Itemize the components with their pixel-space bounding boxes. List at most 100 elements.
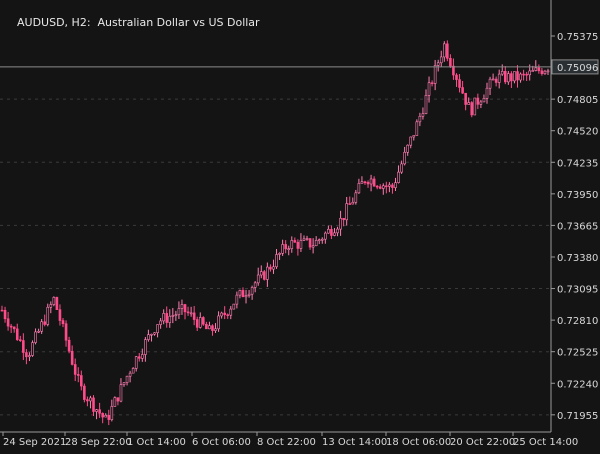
- price-tick-label: 0.73950: [557, 190, 598, 201]
- candle-body: [424, 95, 428, 114]
- price-chart[interactable]: 0.71955 0.72240 0.72525 0.72810 0.73095 0.733…: [0, 0, 600, 450]
- candle-body: [119, 384, 123, 402]
- time-tick-label: 6 Oct 06:00: [192, 437, 251, 448]
- candle-body: [73, 364, 77, 375]
- price-tick-label: 0.73380: [557, 253, 598, 264]
- price-tick-label: 0.73095: [557, 285, 598, 296]
- candle-body: [125, 375, 129, 383]
- candle-body: [153, 332, 156, 335]
- candle-body: [345, 203, 348, 221]
- candle-body: [360, 181, 364, 184]
- candle-body: [214, 328, 217, 331]
- candle-body: [491, 78, 495, 81]
- candle-body: [80, 375, 83, 387]
- candle-body: [305, 238, 309, 240]
- candle-body: [28, 355, 31, 358]
- candle-body: [15, 328, 19, 340]
- time-tick-label: 13 Oct 14:00: [322, 437, 387, 448]
- candle-body: [400, 163, 403, 173]
- candle-body: [513, 71, 516, 82]
- candle-body: [394, 182, 397, 188]
- candle-body: [278, 253, 281, 255]
- candle-body: [296, 241, 300, 249]
- candle-body: [482, 98, 486, 103]
- candle-body: [58, 309, 62, 321]
- candle-body: [232, 303, 236, 310]
- candle-body: [336, 228, 339, 234]
- candle-body: [415, 121, 419, 136]
- time-tick-label: 28 Sep 22:00: [65, 437, 132, 448]
- current-price-box: 0.75096: [551, 59, 599, 75]
- symbol-timeframe: AUDUSD, H2:: [17, 16, 91, 29]
- candle-body: [113, 397, 117, 407]
- time-tick-label: 1 Oct 14:00: [127, 437, 186, 448]
- price-tick-label: 0.73665: [557, 221, 598, 232]
- candle-body: [421, 113, 425, 117]
- candle-body: [83, 385, 86, 400]
- symbol-description: Australian Dollar vs US Dollar: [97, 16, 260, 29]
- candle-body: [266, 266, 269, 280]
- candle-body: [220, 312, 223, 317]
- candle-body: [34, 331, 37, 343]
- candle-body: [348, 203, 352, 205]
- chart-background: [0, 0, 600, 450]
- candle-body: [86, 399, 89, 402]
- candle-body: [311, 245, 315, 248]
- candle-body: [470, 102, 474, 116]
- candle-body: [40, 321, 43, 332]
- candle-body: [467, 102, 470, 105]
- current-price-label: 0.75096: [557, 63, 598, 74]
- candle-body: [25, 352, 28, 358]
- candle-body: [461, 87, 464, 94]
- candle-body: [144, 339, 147, 355]
- price-tick-label: 0.71955: [557, 411, 598, 422]
- candle-body: [46, 306, 50, 325]
- candle-body: [238, 290, 242, 296]
- candle-body: [223, 312, 226, 315]
- candle-body: [150, 333, 153, 336]
- price-tick-label: 0.72240: [557, 379, 598, 390]
- chart-window[interactable]: 0.71955 0.72240 0.72525 0.72810 0.73095 0.733…: [0, 0, 600, 450]
- candle-body: [525, 73, 528, 76]
- candle-body: [205, 323, 208, 330]
- candle-body: [275, 254, 278, 268]
- candle-body: [290, 240, 294, 249]
- candle-body: [250, 287, 254, 295]
- candle-body: [208, 325, 211, 330]
- candle-body: [244, 295, 248, 298]
- candle-body: [351, 201, 355, 205]
- time-tick-label: 8 Oct 22:00: [257, 437, 316, 448]
- candle-body: [76, 374, 80, 376]
- candle-body: [308, 238, 312, 248]
- candle-body: [89, 397, 92, 402]
- candle-body: [507, 73, 510, 83]
- candle-body: [37, 330, 40, 333]
- candle-body: [540, 70, 544, 75]
- time-tick-label: 25 Oct 14:00: [513, 437, 578, 448]
- candle-body: [226, 314, 230, 316]
- candle-body: [464, 92, 467, 105]
- candle-body: [391, 184, 394, 188]
- candle-body: [427, 82, 431, 96]
- candle-body: [314, 240, 318, 247]
- candle-body: [174, 314, 178, 317]
- candle-body: [363, 181, 367, 184]
- candle-body: [327, 229, 330, 234]
- candle-body: [403, 151, 406, 165]
- candle-body: [134, 356, 138, 369]
- price-tick-label: 0.74805: [557, 95, 598, 106]
- candle-body: [458, 79, 461, 88]
- candle-body: [52, 297, 56, 305]
- candle-body: [452, 65, 455, 76]
- candle-body: [503, 71, 507, 83]
- candle-body: [49, 304, 53, 308]
- candle-body: [317, 239, 321, 242]
- candle-body: [183, 304, 187, 313]
- candle-body: [241, 290, 245, 298]
- candle-body: [256, 274, 260, 284]
- price-tick-label: 0.74235: [557, 158, 598, 169]
- candle-body: [366, 182, 370, 185]
- candle-body: [156, 324, 159, 334]
- candle-body: [217, 315, 220, 330]
- candle-body: [147, 334, 150, 340]
